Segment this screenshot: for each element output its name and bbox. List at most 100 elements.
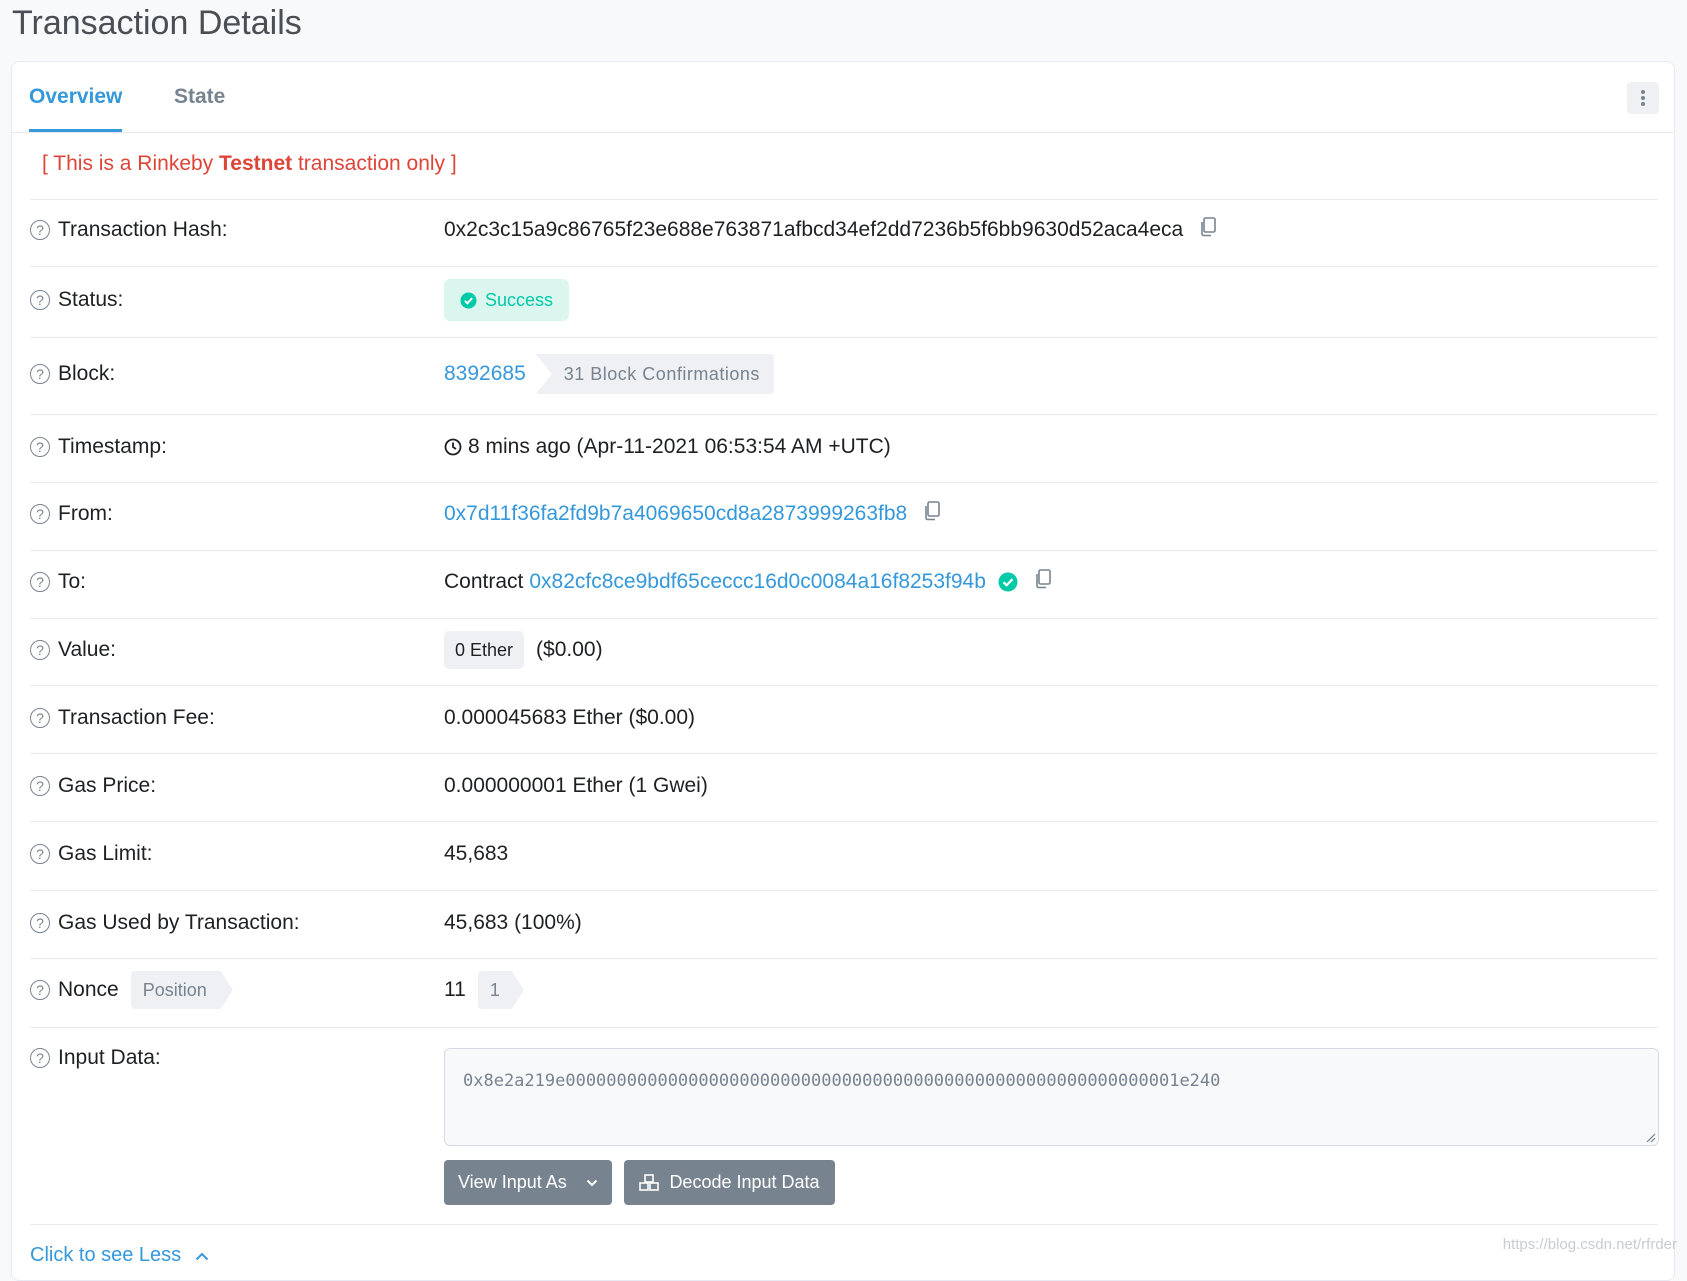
input-data-text: 0x8e2a219e000000000000000000000000000000…	[463, 1071, 1220, 1091]
row-value-value: 0 Ether ($0.00)	[444, 622, 603, 678]
row-value-gas-limit: 45,683	[444, 826, 508, 882]
divider	[30, 482, 1658, 483]
row-label-gas-limit-text: Gas Limit:	[58, 842, 153, 866]
row-value-hash: 0x2c3c15a9c86765f23e688e763871afbcd34ef2…	[444, 204, 1217, 256]
help-icon[interactable]: ?	[30, 220, 50, 240]
watermark: https://blog.csdn.net/rfrder	[1503, 1236, 1677, 1253]
input-data-textarea[interactable]: 0x8e2a219e000000000000000000000000000000…	[444, 1048, 1659, 1146]
status-badge: Success	[444, 279, 569, 321]
row-label-nonce: ? Nonce Position	[30, 962, 233, 1018]
divider	[30, 550, 1658, 551]
row-label-timestamp: ? Timestamp:	[30, 420, 167, 474]
help-icon[interactable]: ?	[30, 437, 50, 457]
row-label-to-text: To:	[58, 570, 86, 594]
gas-limit: 45,683	[444, 842, 508, 866]
row-label-value-text: Value:	[58, 638, 116, 662]
row-label-gas-price-text: Gas Price:	[58, 774, 156, 798]
cubes-icon	[639, 1174, 659, 1191]
usd-value: ($0.00)	[536, 638, 603, 662]
chevron-down-icon	[586, 1179, 598, 1187]
row-label-status: ? Status:	[30, 270, 123, 330]
help-icon[interactable]: ?	[30, 290, 50, 310]
gas-used: 45,683 (100%)	[444, 911, 582, 935]
gas-price: 0.000000001 Ether (1 Gwei)	[444, 774, 708, 798]
copy-icon[interactable]	[1199, 217, 1217, 243]
transaction-card: Overview State [ This is a Rinkeby Testn…	[11, 61, 1675, 1281]
resize-handle-icon[interactable]	[1644, 1131, 1656, 1143]
divider	[30, 753, 1658, 754]
row-label-nonce-text: Nonce	[58, 978, 119, 1002]
tab-bar: Overview State	[12, 62, 1674, 133]
help-icon[interactable]: ?	[30, 913, 50, 933]
row-label-gas-price: ? Gas Price:	[30, 758, 156, 814]
help-icon[interactable]: ?	[30, 844, 50, 864]
help-icon[interactable]: ?	[30, 980, 50, 1000]
row-value-from: 0x7d11f36fa2fd9b7a4069650cd8a2873999263f…	[444, 486, 941, 542]
transaction-fee: 0.000045683 Ether ($0.00)	[444, 706, 695, 730]
timestamp-text: 8 mins ago (Apr-11-2021 06:53:54 AM +UTC…	[468, 435, 891, 459]
transaction-hash: 0x2c3c15a9c86765f23e688e763871afbcd34ef2…	[444, 218, 1183, 242]
divider	[30, 199, 1658, 200]
help-icon[interactable]: ?	[30, 776, 50, 796]
tab-state[interactable]: State	[174, 62, 225, 132]
testnet-notice-suffix: transaction only ]	[292, 152, 457, 175]
page-title: Transaction Details	[12, 4, 302, 43]
see-less-text: Click to see Less	[30, 1244, 181, 1266]
row-value-gas-price: 0.000000001 Ether (1 Gwei)	[444, 758, 708, 814]
divider	[30, 1027, 1658, 1028]
row-label-hash: ? Transaction Hash:	[30, 204, 228, 256]
help-icon[interactable]: ?	[30, 708, 50, 728]
testnet-notice-prefix: [ This is a Rinkeby	[42, 152, 219, 175]
row-label-gas-used: ? Gas Used by Transaction:	[30, 895, 300, 951]
ether-amount-badge: 0 Ether	[444, 631, 524, 669]
to-address-link[interactable]: 0x82cfc8ce9bdf65ceccc16d0c0084a16f8253f9…	[529, 570, 986, 594]
help-icon[interactable]: ?	[30, 504, 50, 524]
block-number-link[interactable]: 8392685	[444, 362, 526, 386]
copy-icon[interactable]	[923, 501, 941, 527]
help-icon[interactable]: ?	[30, 572, 50, 592]
decode-input-button[interactable]: Decode Input Data	[624, 1160, 835, 1205]
row-value-gas-used: 45,683 (100%)	[444, 895, 582, 951]
row-label-input: ? Input Data:	[30, 1032, 161, 1084]
divider	[30, 618, 1658, 619]
block-confirmations-badge: 31 Block Confirmations	[536, 354, 774, 394]
status-text: Success	[485, 290, 553, 311]
row-value-to: Contract 0x82cfc8ce9bdf65ceccc16d0c0084a…	[444, 554, 1052, 610]
divider	[30, 821, 1658, 822]
decode-input-label: Decode Input Data	[669, 1172, 819, 1193]
divider	[30, 414, 1658, 415]
divider	[30, 958, 1658, 959]
view-input-as-label: View Input As	[458, 1172, 567, 1193]
row-label-from: ? From:	[30, 486, 113, 542]
testnet-notice: [ This is a Rinkeby Testnet transaction …	[42, 152, 457, 176]
row-label-status-text: Status:	[58, 288, 123, 312]
position-label-badge: Position	[131, 971, 233, 1009]
tab-overview[interactable]: Overview	[29, 62, 122, 132]
nonce-value: 11	[444, 978, 466, 1002]
divider	[30, 266, 1658, 267]
to-contract-prefix: Contract	[444, 570, 523, 594]
row-label-value: ? Value:	[30, 622, 116, 678]
row-label-to: ? To:	[30, 554, 86, 610]
row-label-fee-text: Transaction Fee:	[58, 706, 215, 730]
view-input-as-button[interactable]: View Input As	[444, 1160, 612, 1205]
divider	[30, 337, 1658, 338]
row-value-block: 8392685 31 Block Confirmations	[444, 344, 774, 404]
divider	[30, 1224, 1658, 1225]
testnet-notice-bold: Testnet	[219, 152, 292, 175]
help-icon[interactable]: ?	[30, 364, 50, 384]
copy-icon[interactable]	[1034, 569, 1052, 595]
check-circle-icon	[460, 292, 477, 309]
see-less-link[interactable]: Click to see Less	[30, 1244, 209, 1267]
row-label-block: ? Block:	[30, 344, 115, 404]
row-value-fee: 0.000045683 Ether ($0.00)	[444, 690, 695, 746]
row-label-hash-text: Transaction Hash:	[58, 218, 228, 242]
from-address-link[interactable]: 0x7d11f36fa2fd9b7a4069650cd8a2873999263f…	[444, 502, 907, 526]
row-label-timestamp-text: Timestamp:	[58, 435, 167, 459]
help-icon[interactable]: ?	[30, 640, 50, 660]
row-label-fee: ? Transaction Fee:	[30, 690, 215, 746]
clock-icon	[444, 438, 462, 456]
help-icon[interactable]: ?	[30, 1048, 50, 1068]
divider	[30, 685, 1658, 686]
more-options-button[interactable]	[1627, 82, 1659, 114]
